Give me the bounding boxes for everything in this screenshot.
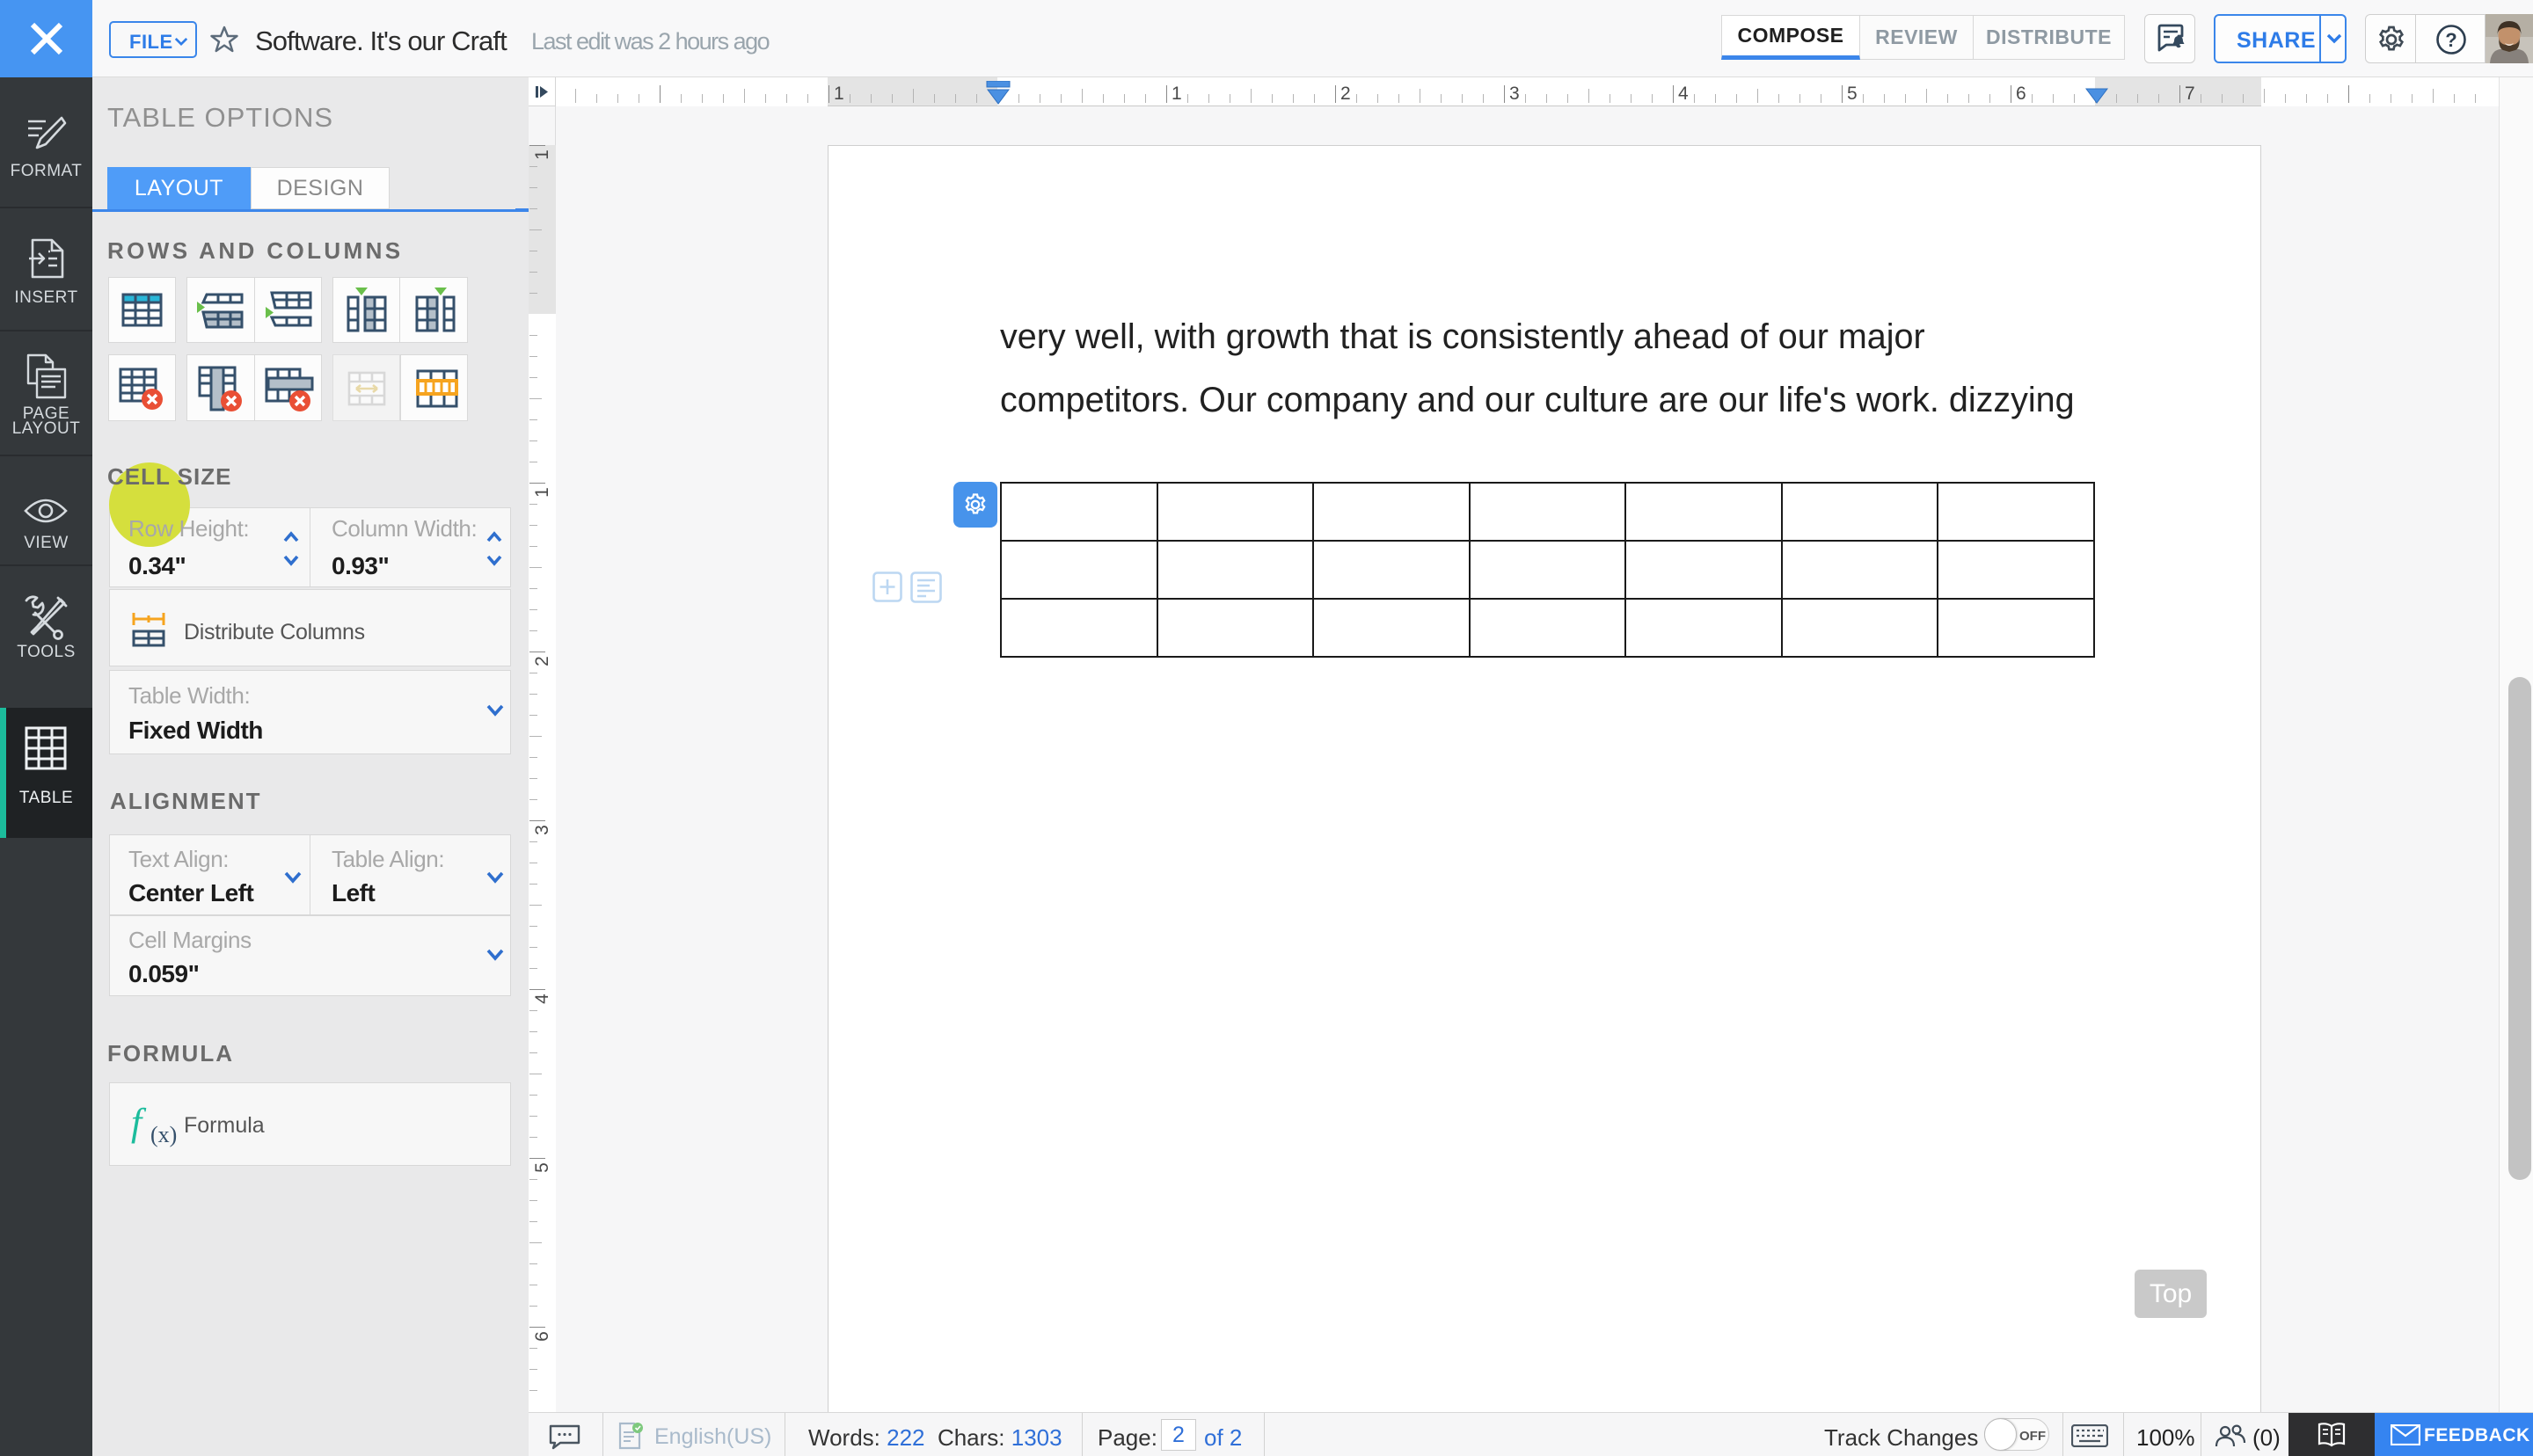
svg-text:?: ? (2445, 29, 2456, 51)
